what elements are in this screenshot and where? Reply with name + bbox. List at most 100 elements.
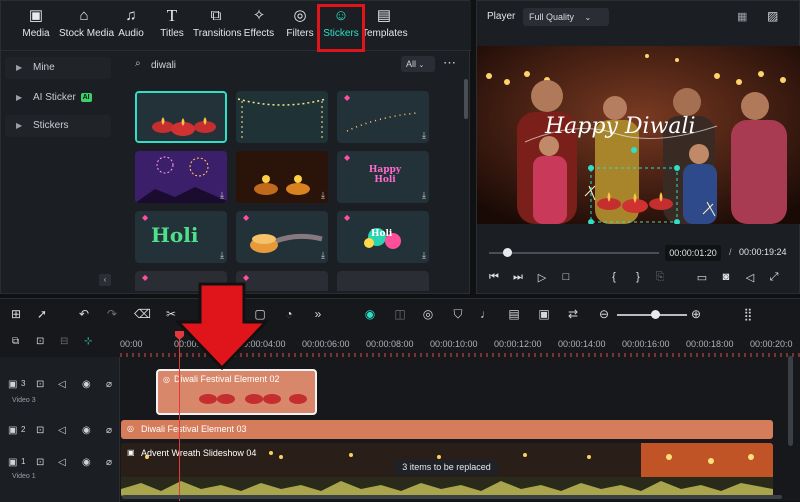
- video-preview[interactable]: Happy Diwali: [477, 46, 800, 224]
- zoom-out-icon[interactable]: ⊖: [596, 307, 612, 321]
- audio-meter-icon[interactable]: ◎: [420, 307, 436, 321]
- filter-select[interactable]: All ⌄: [401, 56, 435, 72]
- zoom-slider-knob[interactable]: [651, 310, 660, 319]
- sidebar-item-ai-sticker[interactable]: ▶ AI Sticker AI: [5, 87, 111, 109]
- ruler-label: 00:00:20:0: [750, 339, 793, 349]
- more-options-icon[interactable]: ⋯: [443, 55, 456, 71]
- mute-track-icon[interactable]: ◁: [58, 379, 66, 390]
- playback-progress-knob[interactable]: [503, 248, 512, 257]
- redo-icon[interactable]: ↷: [104, 307, 120, 321]
- hide-track-icon[interactable]: ⌀: [106, 379, 112, 390]
- sticker-tile-fireworks[interactable]: ⤓: [135, 151, 227, 203]
- link-track-icon[interactable]: ⊡: [36, 336, 44, 347]
- grid-view-icon[interactable]: ▦: [737, 10, 747, 23]
- sticker-tile-lights-frame[interactable]: [236, 91, 328, 143]
- shield-icon[interactable]: ⛉: [450, 307, 466, 322]
- sticker-tile-sparkle[interactable]: ◆ ⤓: [337, 91, 429, 143]
- undo-icon[interactable]: ↶: [76, 307, 92, 321]
- track-settings-icon[interactable]: ⊟: [60, 336, 68, 347]
- snapshot-icon[interactable]: ▨: [767, 9, 778, 23]
- toolbar-media[interactable]: ▣ Media: [13, 5, 59, 47]
- snap-icon[interactable]: ⊹: [84, 336, 92, 347]
- sidebar-item-mine[interactable]: ▶ Mine: [5, 57, 111, 79]
- mark-out-icon[interactable]: }: [631, 271, 645, 283]
- lock-track-icon[interactable]: ⊡: [36, 379, 44, 390]
- toolbar-templates[interactable]: ▤ Templates: [362, 5, 408, 47]
- speed-icon[interactable]: ◔: [281, 307, 297, 321]
- mute-track-icon[interactable]: ◁: [58, 457, 66, 468]
- sticker-tile-diyas[interactable]: [135, 91, 227, 143]
- timeline-vertical-scrollbar[interactable]: [788, 356, 793, 446]
- fullscreen-icon[interactable]: ⤢: [767, 271, 781, 284]
- render-icon[interactable]: ◫: [392, 307, 408, 321]
- toolbar-audio[interactable]: ♫ Audio: [108, 5, 154, 47]
- download-icon[interactable]: ⤓: [422, 190, 426, 201]
- delete-icon[interactable]: ⌫: [134, 307, 151, 321]
- hide-track-icon[interactable]: ⌀: [106, 457, 112, 468]
- ai-badge: AI: [80, 93, 92, 102]
- collapse-sidebar-button[interactable]: ‹: [99, 274, 111, 286]
- text-icon[interactable]: ▤: [506, 307, 522, 321]
- premium-gem-icon: ◆: [243, 213, 250, 222]
- replace-icon[interactable]: ⇄: [565, 307, 581, 321]
- download-icon[interactable]: ⤓: [321, 190, 325, 201]
- toolbar-transitions[interactable]: ⧉ Transitions: [193, 5, 242, 47]
- sticker-tile-lamps[interactable]: ⤓: [236, 151, 328, 203]
- eye-icon[interactable]: ◉: [82, 425, 91, 436]
- sidebar-item-stickers[interactable]: ▶ Stickers: [5, 115, 111, 137]
- track-headers: ▣ 3 ⊡ ◁ ◉ ⌀ Video 3 ▣ 2 ⊡ ◁ ◉ ⌀ ▣ 1 ⊡ ◁ …: [0, 357, 120, 502]
- sticker-tile-holi-splash[interactable]: ◆ Holi ⤓: [337, 211, 429, 263]
- stop-icon[interactable]: □: [559, 271, 573, 283]
- eye-icon[interactable]: ◉: [82, 379, 91, 390]
- ruler-label: 00:00:14:00: [558, 339, 606, 349]
- display-icon[interactable]: ▭: [695, 271, 709, 284]
- lock-track-icon[interactable]: ⊡: [36, 425, 44, 436]
- playback-progress-track[interactable]: [489, 252, 659, 254]
- timeline-horizontal-scrollbar[interactable]: [122, 495, 782, 499]
- templates-icon: ▤: [376, 7, 392, 24]
- sticker-tile-row4-3[interactable]: [337, 271, 429, 291]
- ai-mate-icon[interactable]: ◉: [362, 307, 378, 321]
- sticker-tile-color-bowl[interactable]: ◆ ⤓: [236, 211, 328, 263]
- fireworks-thumbnail: [135, 151, 227, 203]
- search-input[interactable]: [129, 57, 329, 73]
- download-icon[interactable]: ⤓: [422, 250, 426, 261]
- volume-icon[interactable]: ◁: [743, 271, 757, 284]
- download-icon[interactable]: ⤓: [321, 250, 325, 261]
- chevron-right-icon: ▶: [16, 93, 23, 102]
- hide-track-icon[interactable]: ⌀: [106, 425, 112, 436]
- previous-frame-icon[interactable]: ⏮: [487, 271, 501, 284]
- clip-diwali-element-02[interactable]: ◎ Diwali Festival Element 02: [156, 369, 317, 415]
- layout-icon[interactable]: ⊞: [8, 307, 24, 321]
- search-row: ⌕ All ⌄ ⋯: [123, 55, 469, 75]
- mute-track-icon[interactable]: ◁: [58, 425, 66, 436]
- zoom-in-icon[interactable]: ⊕: [688, 307, 704, 321]
- microphone-icon[interactable]: ♩: [478, 307, 494, 321]
- mark-in-icon[interactable]: {: [607, 271, 621, 283]
- chevron-right-icon: ▶: [16, 63, 23, 72]
- library-scrollbar[interactable]: [464, 79, 468, 119]
- toolbar-effects[interactable]: ✧ Effects: [236, 5, 282, 47]
- clip-diwali-element-03[interactable]: ◎ Diwali Festival Element 03: [121, 420, 773, 439]
- timeline-grid-icon[interactable]: ⣿: [740, 307, 756, 321]
- current-timecode[interactable]: 00:00:01:20: [665, 245, 721, 261]
- more-tools-icon[interactable]: »: [310, 307, 326, 321]
- eye-icon[interactable]: ◉: [82, 457, 91, 468]
- toolbar-titles[interactable]: T Titles: [149, 5, 195, 47]
- lock-track-icon[interactable]: ⊡: [36, 457, 44, 468]
- sticker-tile-holi-text[interactable]: ◆ Holi ⤓: [135, 211, 227, 263]
- download-icon[interactable]: ⤓: [422, 130, 426, 141]
- quality-select[interactable]: Full Quality ⌄: [523, 8, 609, 26]
- image-icon[interactable]: ▣: [536, 307, 552, 321]
- insert-icon[interactable]: ⎘: [653, 271, 667, 284]
- toolbar-stock-media[interactable]: ⌂ Stock Media: [59, 5, 114, 47]
- select-tool-icon[interactable]: ➚: [34, 307, 50, 321]
- ruler-label: 00:00:06:00: [302, 339, 350, 349]
- download-icon[interactable]: ⤓: [220, 190, 224, 201]
- add-track-icon[interactable]: ⧉: [12, 336, 19, 347]
- step-forward-icon[interactable]: ⏭: [511, 271, 525, 284]
- play-icon[interactable]: ▷: [535, 271, 549, 284]
- download-icon[interactable]: ⤓: [220, 250, 224, 261]
- camera-icon[interactable]: ◙: [719, 271, 733, 283]
- sticker-tile-happy-holi[interactable]: ◆ Happy Holi ⤓: [337, 151, 429, 203]
